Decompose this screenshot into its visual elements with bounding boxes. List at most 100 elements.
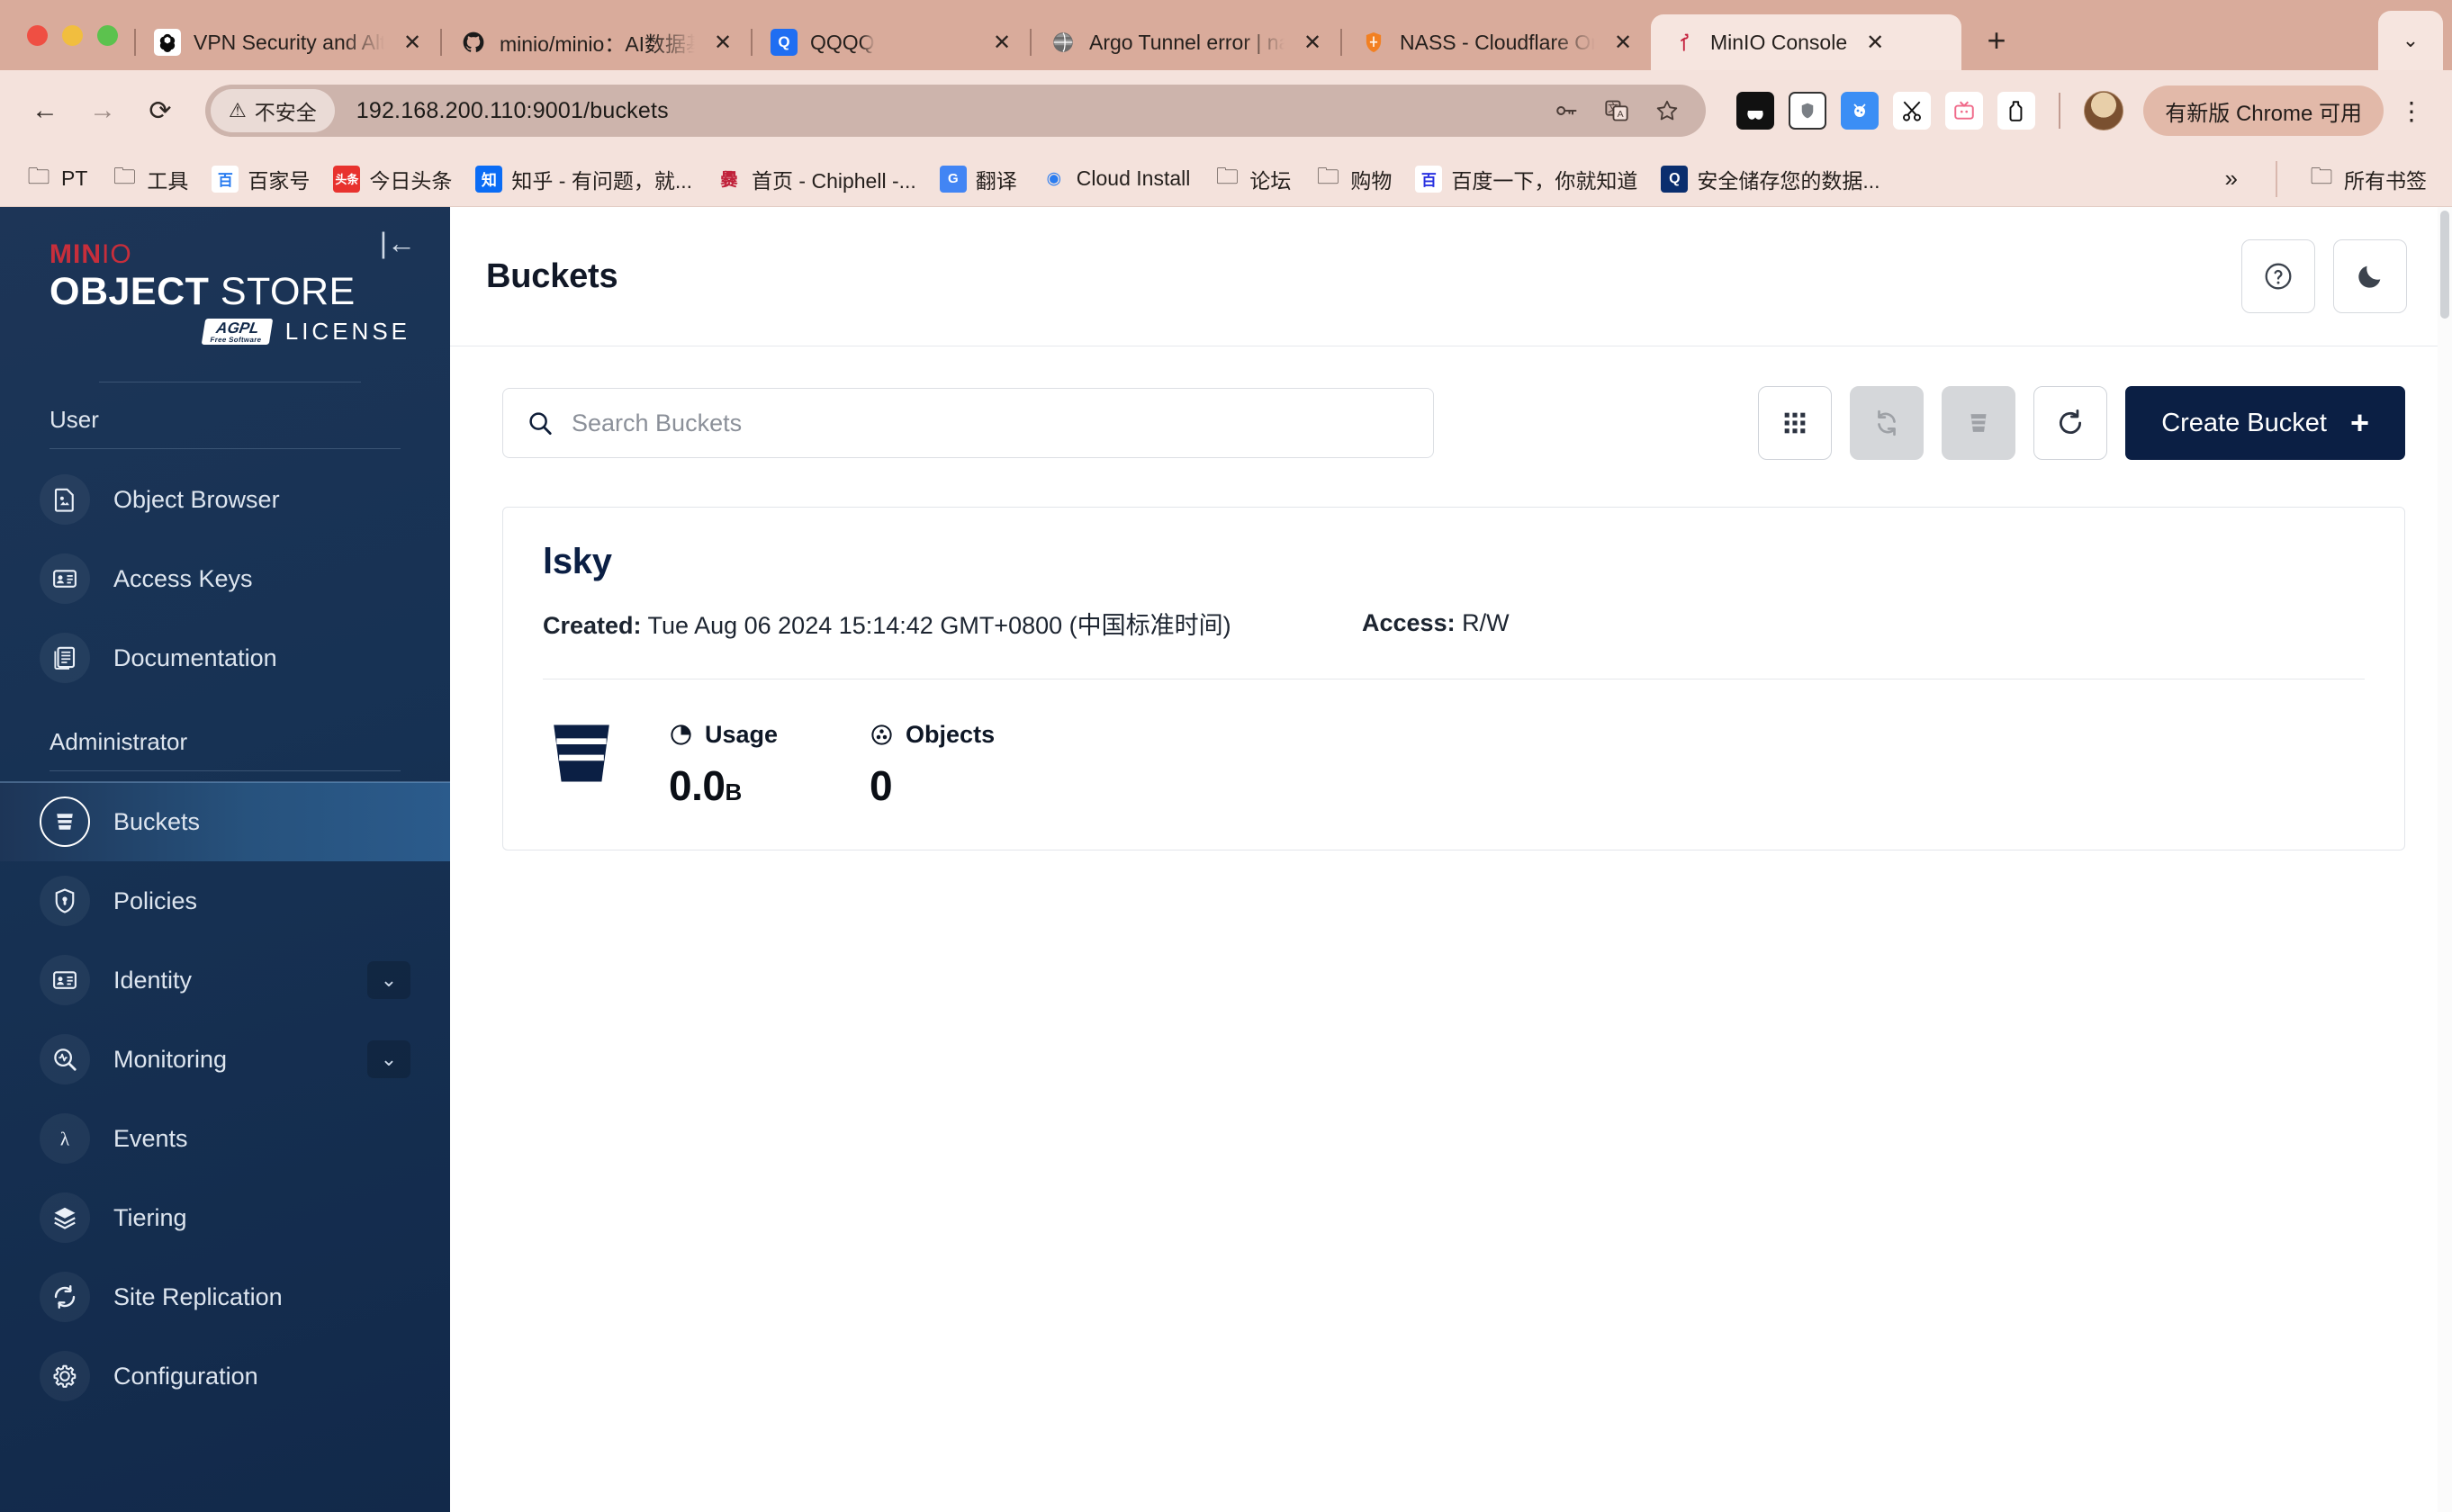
reload-button[interactable]: ⟳ <box>135 86 185 136</box>
browser-tab[interactable]: minio/minio：AI数据基 ✕ <box>440 14 751 70</box>
collapse-sidebar-icon[interactable]: |← <box>380 229 416 257</box>
grid-view-button[interactable] <box>1758 386 1833 460</box>
browser-tab[interactable]: Q QQQQ ✕ <box>751 14 1030 70</box>
close-tab-button[interactable]: ✕ <box>987 27 1017 58</box>
sidebar-item-object-browser[interactable]: Object Browser <box>0 460 450 539</box>
access-label: Access: <box>1362 609 1456 636</box>
create-bucket-button[interactable]: Create Bucket + <box>2125 386 2405 460</box>
sidebar-item-events[interactable]: λ Events <box>0 1099 450 1178</box>
black-ext-icon[interactable] <box>1736 92 1775 130</box>
agpl-sub: Free Software <box>209 336 263 345</box>
maximize-window-button[interactable] <box>97 24 118 46</box>
bookmark-item[interactable]: 🗀 工具 <box>102 158 197 200</box>
site-security-badge[interactable]: ⚠ 不安全 <box>211 89 335 132</box>
address-bar[interactable]: ⚠ 不安全 192.168.200.110:9001/buckets 文A <box>205 85 1707 137</box>
forward-button[interactable]: → <box>77 86 128 136</box>
close-tab-button[interactable]: ✕ <box>1297 27 1328 58</box>
cloudflare-shield-icon <box>1360 29 1387 56</box>
close-tab-button[interactable]: ✕ <box>1608 27 1638 58</box>
browser-tab[interactable]: VPN Security and Alte ✕ <box>134 14 440 70</box>
minimize-window-button[interactable] <box>62 24 83 46</box>
warning-triangle-icon: ⚠ <box>229 99 247 122</box>
search-input[interactable] <box>572 409 1410 437</box>
folder-icon: 🗀 <box>1316 164 1339 189</box>
new-tab-button[interactable]: + <box>1970 14 2023 67</box>
back-button[interactable]: ← <box>20 86 70 136</box>
sidebar-item-label: Site Replication <box>113 1282 283 1310</box>
sidebar-item-tiering[interactable]: Tiering <box>0 1178 450 1257</box>
bottle-ext-icon[interactable] <box>1997 92 2036 130</box>
bookmark-item[interactable]: 🗀 购物 <box>1305 158 1401 200</box>
tab-title: MinIO Console <box>1710 30 1848 54</box>
sidebar-item-documentation[interactable]: Documentation <box>0 618 450 698</box>
sidebar-item-access-keys[interactable]: Access Keys <box>0 539 450 618</box>
bookmark-item[interactable]: 头条 今日头条 <box>324 158 461 200</box>
bookmark-item[interactable]: 爨 首页 - Chiphell -... <box>707 158 925 200</box>
tv-ext-icon[interactable] <box>1945 92 1984 130</box>
objects-value: 0 <box>870 762 893 809</box>
bookmark-item[interactable]: 百 百家号 <box>203 158 319 200</box>
tab-strip-right: ⌄ <box>2378 0 2452 70</box>
bookmark-item[interactable]: G 翻译 <box>931 158 1026 200</box>
bookmark-label: PT <box>61 166 88 190</box>
buckets-toolbar: Create Bucket + <box>502 386 2405 460</box>
translate-icon[interactable]: 文A <box>1596 90 1637 131</box>
bulk-replication-button[interactable] <box>1850 386 1925 460</box>
object-browser-icon <box>40 474 90 526</box>
browser-tab[interactable]: NASS - Cloudflare On ✕ <box>1340 14 1651 70</box>
buckets-panel: Create Bucket + lsky Created: Tue Aug 06… <box>450 346 2452 1512</box>
bookmark-item[interactable]: ◉ Cloud Install <box>1032 160 1200 198</box>
profile-avatar[interactable] <box>2084 91 2124 130</box>
chevron-down-icon[interactable]: ⌄ <box>367 961 410 1000</box>
close-window-button[interactable] <box>27 24 48 46</box>
page-title: Buckets <box>486 256 618 295</box>
all-bookmarks-button[interactable]: 🗀 所有书签 <box>2299 158 2436 200</box>
browser-tab[interactable]: Argo Tunnel error | na ✕ <box>1030 14 1340 70</box>
bookmark-label: 工具 <box>147 168 189 193</box>
sidebar-item-label: Identity <box>113 966 193 994</box>
sidebar-item-identity[interactable]: Identity ⌄ <box>0 940 450 1020</box>
divider <box>50 770 401 772</box>
scissors-ext-icon[interactable] <box>1893 92 1932 130</box>
sidebar-item-monitoring[interactable]: Monitoring ⌄ <box>0 1020 450 1099</box>
bookmark-item[interactable]: 🗀 论坛 <box>1204 158 1300 200</box>
usage-unit: B <box>725 778 742 806</box>
sidebar-item-buckets[interactable]: Buckets <box>0 781 450 862</box>
svg-text:λ: λ <box>60 1129 70 1150</box>
tab-search-chevron-down-icon[interactable]: ⌄ <box>2378 11 2443 70</box>
chevron-down-icon[interactable]: ⌄ <box>367 1040 410 1079</box>
bookmark-star-icon[interactable] <box>1646 90 1688 131</box>
bucket-icon <box>554 724 609 782</box>
search-buckets-container[interactable] <box>502 388 1434 458</box>
dark-mode-button[interactable] <box>2333 239 2407 313</box>
sidebar-item-configuration[interactable]: Configuration <box>0 1336 450 1416</box>
all-bookmarks-label: 所有书签 <box>2344 168 2427 193</box>
chrome-update-button[interactable]: 有新版 Chrome 可用 <box>2143 86 2384 136</box>
kebab-menu-icon[interactable]: ⋮ <box>2391 86 2432 136</box>
bucket-card[interactable]: lsky Created: Tue Aug 06 2024 15:14:42 G… <box>502 507 2405 850</box>
bookmarks-overflow-button[interactable]: » <box>2209 165 2254 193</box>
close-tab-button[interactable]: ✕ <box>1860 27 1890 58</box>
bucket-name[interactable]: lsky <box>543 542 2365 582</box>
close-tab-button[interactable]: ✕ <box>708 27 738 58</box>
blue-ext-icon[interactable] <box>1841 92 1880 130</box>
usage-value: 0.0B <box>669 761 778 810</box>
bookmark-item[interactable]: 百 百度一下，你就知道 <box>1406 158 1646 200</box>
shield-ext-icon[interactable] <box>1789 92 1827 130</box>
scrollbar-thumb[interactable] <box>2440 211 2449 319</box>
browser-tab-active[interactable]: MinIO Console ✕ <box>1651 14 1961 70</box>
page-scrollbar[interactable] <box>2438 207 2452 1512</box>
password-key-icon[interactable] <box>1546 90 1587 131</box>
sidebar-item-policies[interactable]: Policies <box>0 861 450 940</box>
close-tab-button[interactable]: ✕ <box>397 27 428 58</box>
browser-window: VPN Security and Alte ✕ minio/minio：AI数据… <box>0 0 2452 1512</box>
tab-list: VPN Security and Alte ✕ minio/minio：AI数据… <box>134 0 2378 70</box>
bookmark-item[interactable]: 知 知乎 - 有问题，就... <box>466 158 701 200</box>
sidebar-admin-items: Buckets Policies Identity ⌄ Monitoring ⌄… <box>0 781 450 1416</box>
help-button[interactable] <box>2241 239 2315 313</box>
sidebar-item-site-replication[interactable]: Site Replication <box>0 1257 450 1336</box>
refresh-button[interactable] <box>2033 386 2108 460</box>
bookmark-item[interactable]: 🗀 PT <box>16 160 96 198</box>
delete-selected-button[interactable] <box>1942 386 2016 460</box>
bookmark-item[interactable]: Q 安全储存您的数据... <box>1652 158 1889 200</box>
